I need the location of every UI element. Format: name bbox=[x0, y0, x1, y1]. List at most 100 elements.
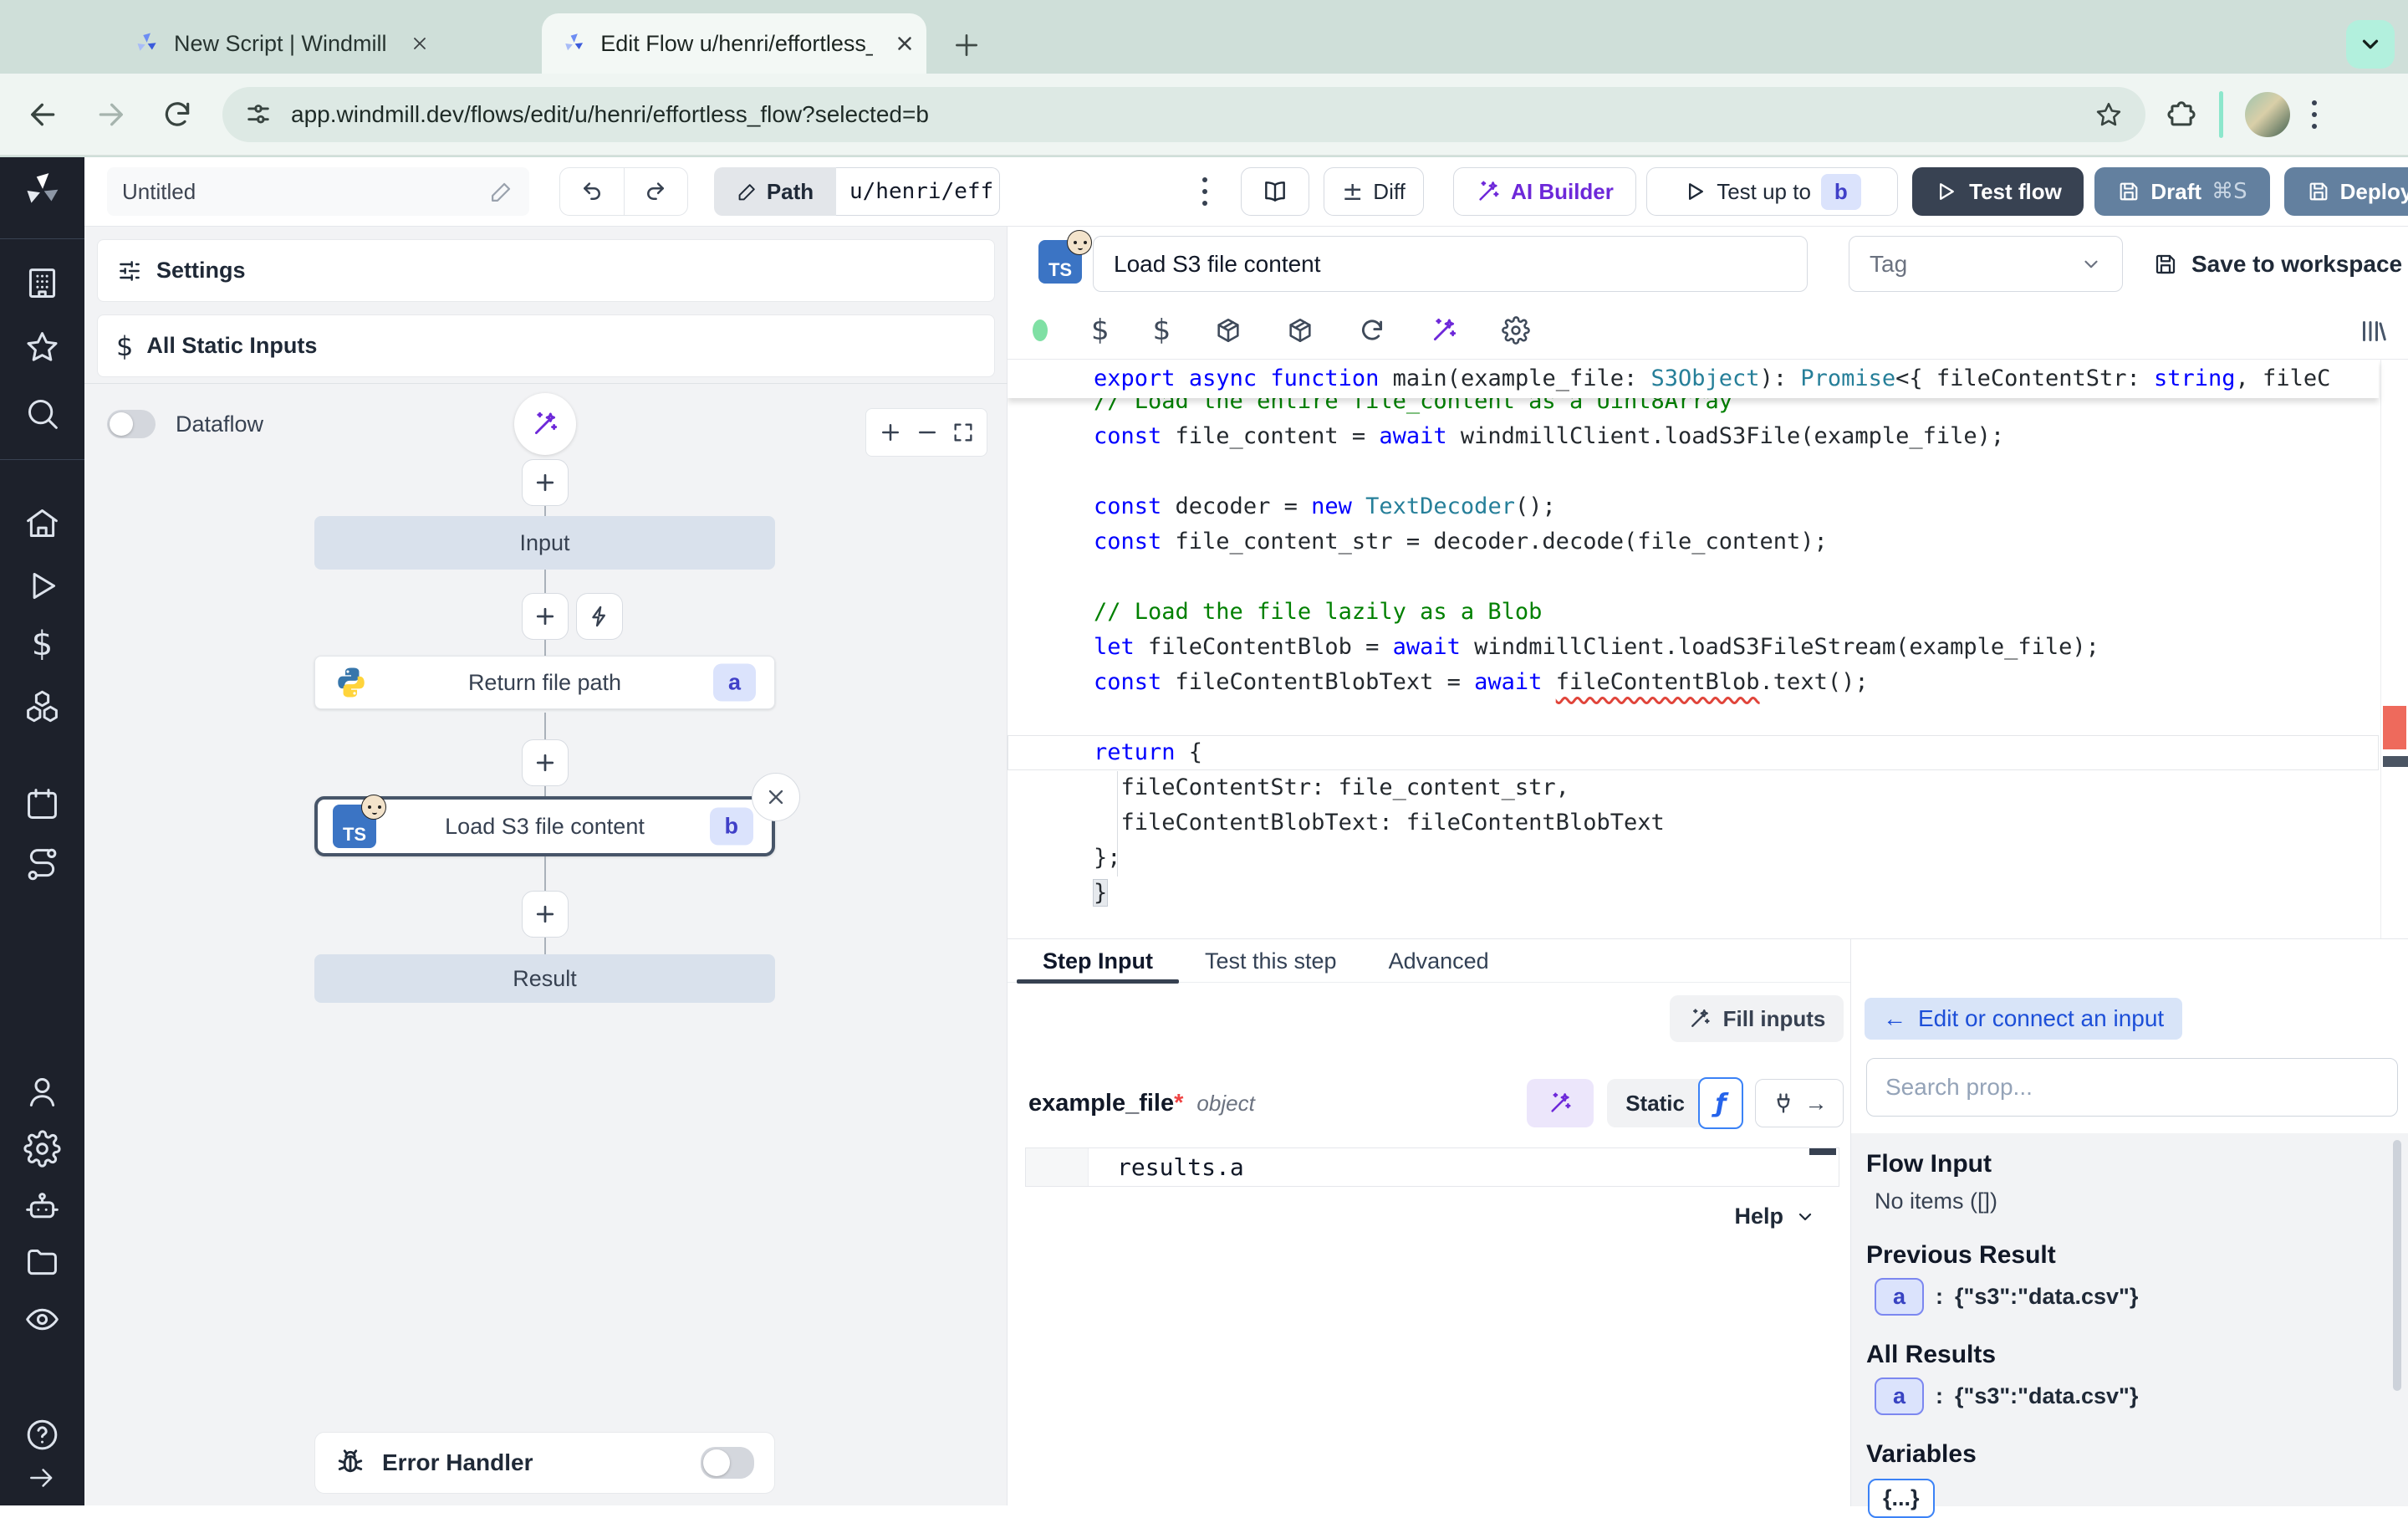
sidebar-item-routes-icon[interactable] bbox=[23, 846, 61, 883]
scrollbar[interactable] bbox=[2393, 1140, 2401, 1391]
collapse-sidebar-arrow-icon[interactable] bbox=[26, 1462, 58, 1494]
browser-menu-kebab-icon[interactable] bbox=[2312, 97, 2317, 132]
ai-builder-button[interactable]: AI Builder bbox=[1453, 167, 1636, 216]
sidebar-item-home-icon[interactable] bbox=[23, 504, 61, 542]
back-icon[interactable] bbox=[20, 91, 67, 138]
url-text[interactable]: app.windmill.dev/flows/edit/u/henri/effo… bbox=[291, 101, 2094, 128]
dataflow-toggle[interactable] bbox=[107, 410, 156, 438]
test-flow-button[interactable]: Test flow bbox=[1912, 167, 2084, 216]
variables-dollar-icon[interactable]: $ bbox=[1153, 314, 1171, 347]
fill-inputs-button[interactable]: Fill inputs bbox=[1670, 995, 1844, 1042]
sidebar-item-resources-icon[interactable] bbox=[23, 687, 61, 725]
docs-button[interactable] bbox=[1241, 167, 1309, 216]
help-toggle[interactable]: Help bbox=[1734, 1204, 1815, 1229]
ai-fill-field-button[interactable] bbox=[1527, 1079, 1594, 1127]
code-editor[interactable]: on export async function main(example_fi… bbox=[1008, 360, 2408, 938]
flow-summary-field[interactable]: Untitled bbox=[107, 167, 529, 216]
result-value[interactable]: {"s3":"data.csv"} bbox=[1955, 1284, 2138, 1310]
add-trigger-bolt-button[interactable] bbox=[576, 593, 623, 640]
tab-step-input[interactable]: Step Input bbox=[1017, 939, 1179, 983]
omnibox[interactable]: app.windmill.dev/flows/edit/u/henri/effo… bbox=[222, 87, 2145, 142]
save-to-workspace-button[interactable]: Save to workspace bbox=[2153, 236, 2402, 292]
tag-select[interactable]: Tag bbox=[1849, 236, 2123, 292]
package-icon[interactable] bbox=[1214, 316, 1242, 345]
connect-input-button[interactable]: → bbox=[1755, 1079, 1844, 1127]
sidebar-item-search-icon[interactable] bbox=[23, 395, 61, 432]
sidebar-item-favorites-icon[interactable] bbox=[23, 329, 61, 366]
expression-value[interactable]: results.a bbox=[1089, 1148, 1839, 1186]
error-handler-toggle[interactable] bbox=[701, 1447, 754, 1479]
previous-result-row[interactable]: a : {"s3":"data.csv"} bbox=[1875, 1278, 2408, 1316]
redo-button[interactable] bbox=[624, 168, 688, 215]
add-step-button[interactable] bbox=[522, 593, 569, 640]
flow-input-node[interactable]: Input bbox=[314, 516, 775, 570]
browser-tab-edit-flow[interactable]: Edit Flow u/henri/effortless_fl bbox=[542, 13, 926, 74]
diff-button[interactable]: ± Diff bbox=[1324, 167, 1424, 216]
flow-settings-button[interactable]: Settings bbox=[97, 239, 995, 302]
add-step-button[interactable] bbox=[522, 739, 569, 786]
all-static-inputs-button[interactable]: $ All Static Inputs bbox=[97, 314, 995, 377]
zoom-out-icon[interactable] bbox=[915, 420, 940, 445]
package-icon-2[interactable] bbox=[1286, 316, 1314, 345]
test-up-to-button[interactable]: Test up to b bbox=[1646, 167, 1898, 216]
sidebar-item-workers-icon[interactable] bbox=[23, 1188, 61, 1226]
result-key-badge[interactable]: a bbox=[1875, 1377, 1924, 1415]
browser-tab-new-script[interactable]: New Script | Windmill bbox=[134, 13, 535, 74]
save-draft-button[interactable]: Draft ⌘S bbox=[2094, 167, 2270, 216]
script-settings-gear-icon[interactable] bbox=[1502, 316, 1530, 345]
extensions-puzzle-icon[interactable] bbox=[2166, 99, 2197, 130]
path-edit-button[interactable]: Path bbox=[714, 167, 836, 216]
ai-flow-wand-button[interactable] bbox=[514, 393, 576, 455]
pencil-icon[interactable] bbox=[489, 179, 514, 204]
new-tab-button[interactable] bbox=[950, 28, 983, 62]
profile-avatar[interactable] bbox=[2245, 92, 2290, 137]
sidebar-item-variables-icon[interactable]: $ bbox=[23, 626, 61, 663]
tab-advanced[interactable]: Advanced bbox=[1363, 939, 1515, 983]
zoom-in-icon[interactable] bbox=[878, 420, 903, 445]
result-value[interactable]: {"s3":"data.csv"} bbox=[1955, 1383, 2138, 1409]
sidebar-item-audit-logs-icon[interactable] bbox=[23, 1301, 61, 1338]
edit-or-connect-button[interactable]: ← Edit or connect an input bbox=[1865, 998, 2182, 1040]
search-prop-input[interactable] bbox=[1866, 1058, 2398, 1117]
deploy-button[interactable]: Deploy bbox=[2284, 167, 2408, 216]
scrollbar-handle[interactable] bbox=[2383, 756, 2408, 767]
sidebar-item-workspace-icon[interactable] bbox=[23, 264, 61, 302]
all-results-row[interactable]: a : {"s3":"data.csv"} bbox=[1875, 1377, 2408, 1415]
undo-button[interactable] bbox=[560, 168, 624, 215]
result-key-badge[interactable]: a bbox=[1875, 1278, 1924, 1316]
library-icon[interactable] bbox=[2358, 316, 2388, 346]
assets-dollar-icon[interactable]: $ bbox=[1091, 314, 1110, 347]
site-settings-icon[interactable] bbox=[244, 100, 273, 129]
tab-test-this-step[interactable]: Test this step bbox=[1179, 939, 1363, 983]
sidebar-item-schedules-icon[interactable] bbox=[23, 785, 61, 823]
fit-view-icon[interactable] bbox=[951, 421, 975, 444]
sidebar-item-runs-icon[interactable] bbox=[23, 567, 61, 605]
variables-badge[interactable]: {...} bbox=[1868, 1479, 1935, 1518]
add-step-button[interactable] bbox=[522, 891, 569, 938]
more-options-kebab-icon[interactable] bbox=[1186, 167, 1223, 216]
step-node-a[interactable]: Return file path a bbox=[314, 656, 775, 709]
reload-script-icon[interactable] bbox=[1358, 316, 1386, 345]
sidebar-item-users-icon[interactable] bbox=[23, 1073, 61, 1111]
step-tabs: Step Input Test this step Advanced bbox=[1008, 939, 1850, 983]
reload-icon[interactable] bbox=[154, 91, 201, 138]
javascript-expression-mode-button[interactable]: ƒ bbox=[1698, 1077, 1743, 1129]
step-name-input[interactable] bbox=[1093, 236, 1808, 292]
flow-result-node[interactable]: Result bbox=[314, 954, 775, 1003]
sidebar-item-settings-icon[interactable] bbox=[23, 1130, 61, 1168]
tab-close-icon[interactable] bbox=[406, 29, 434, 58]
forward-icon[interactable] bbox=[87, 91, 134, 138]
bookmark-star-icon[interactable] bbox=[2094, 100, 2124, 130]
sidebar-item-folders-icon[interactable] bbox=[23, 1244, 61, 1281]
help-icon[interactable] bbox=[23, 1416, 61, 1454]
path-value-field[interactable]: u/henri/eff bbox=[836, 167, 1000, 216]
step-node-b-selected[interactable]: TS Load S3 file content b bbox=[314, 796, 775, 856]
windmill-logo-icon[interactable] bbox=[21, 170, 63, 212]
ai-wand-icon[interactable] bbox=[1430, 316, 1458, 345]
tab-search-chevron-icon[interactable] bbox=[2346, 20, 2395, 69]
remove-step-button[interactable] bbox=[752, 773, 800, 821]
static-mode-toggle[interactable]: Static ƒ bbox=[1607, 1079, 1742, 1127]
expression-editor[interactable]: results.a bbox=[1025, 1147, 1839, 1187]
tab-close-icon[interactable] bbox=[891, 29, 918, 58]
add-step-top-button[interactable] bbox=[522, 459, 569, 506]
